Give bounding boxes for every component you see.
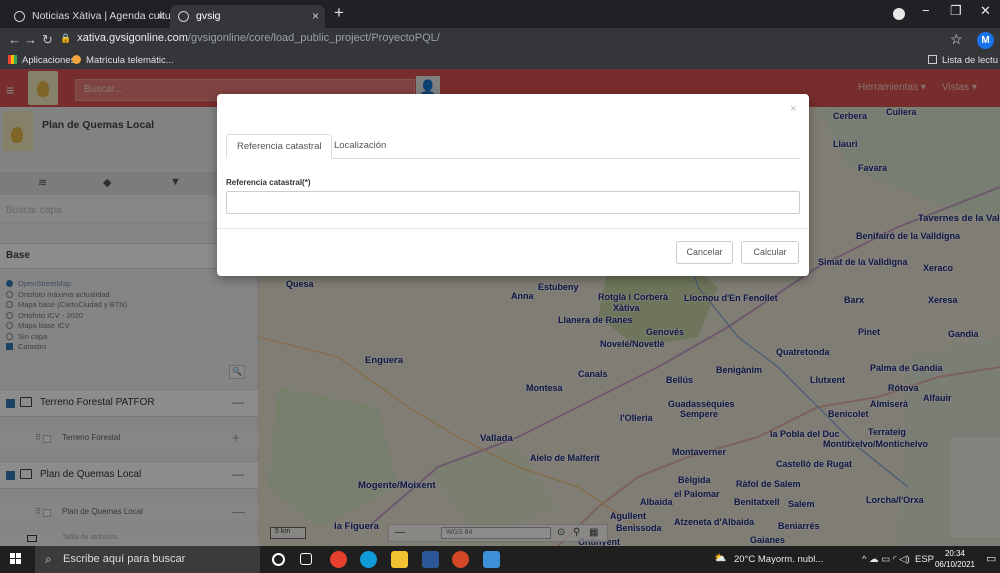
tab-referencia-catastral[interactable]: Referencia catastral — [226, 134, 333, 159]
profile-indicator-icon[interactable] — [893, 8, 905, 20]
task-view-icon[interactable] — [300, 553, 312, 565]
globe-icon — [14, 11, 25, 22]
forward-icon[interactable]: → — [24, 32, 37, 47]
new-tab-button[interactable]: + — [334, 3, 344, 23]
weather-icon: ⛅ — [714, 553, 727, 564]
close-icon[interactable]: × — [790, 103, 796, 115]
bookmark-matricula[interactable]: Matrícula telemátic... — [72, 55, 174, 66]
bookmarks-bar: Aplicaciones Matrícula telemátic... List… — [0, 53, 1000, 69]
maximize-button[interactable]: ❐ — [950, 3, 962, 19]
reading-list-label: Lista de lectu — [942, 55, 998, 66]
powerpoint-icon[interactable] — [452, 551, 469, 568]
referencia-catastral-label: Referencia catastral(*) — [226, 178, 311, 187]
reading-list-icon — [928, 55, 937, 64]
clock-time: 20:34 — [944, 549, 966, 558]
language-indicator[interactable]: ESP — [915, 554, 934, 565]
minimize-button[interactable]: − — [922, 3, 930, 18]
close-window-button[interactable]: ✕ — [980, 3, 991, 19]
reload-icon[interactable]: ↻ — [42, 32, 53, 48]
notifications-icon[interactable]: ▭ — [986, 552, 996, 565]
apps-grid-icon — [8, 55, 17, 64]
catastro-modal: × Referencia catastral Localización Refe… — [217, 94, 809, 276]
back-icon[interactable]: ← — [8, 32, 21, 47]
globe-icon — [178, 11, 189, 22]
tab-localizacion[interactable]: Localización — [324, 134, 396, 159]
system-tray-icons[interactable]: ^ ☁ ▭ ◜ ◁) — [862, 554, 910, 565]
modal-tabs: Referencia catastral Localización — [226, 134, 800, 159]
bookmark-favicon — [72, 55, 81, 64]
close-tab-icon[interactable]: × — [312, 5, 319, 28]
bookmark-aplicaciones[interactable]: Aplicaciones — [8, 55, 75, 66]
browser-tab-gvsig[interactable]: gvsig × — [170, 5, 325, 28]
search-icon: ⌕ — [45, 552, 52, 566]
bookmark-star-icon[interactable]: ☆ — [950, 31, 963, 48]
referencia-catastral-input[interactable] — [226, 191, 800, 214]
bookmark-label: Matrícula telemátic... — [86, 55, 174, 66]
address-bar: ← → ↻ 🔒 xativa.gvsigonline.com/gvsigonlin… — [0, 28, 1000, 53]
windows-start-icon[interactable] — [10, 553, 22, 565]
cortana-icon[interactable] — [272, 553, 285, 566]
calculate-button[interactable]: Calcular — [741, 241, 799, 264]
bookmark-label: Aplicaciones — [22, 55, 76, 66]
url-domain: xativa.gvsigonline.com — [77, 32, 188, 44]
url-path: /gvsigonline/core/load_public_project/Pr… — [187, 32, 440, 44]
cancel-button[interactable]: Cancelar — [676, 241, 733, 264]
file-explorer-icon[interactable] — [391, 551, 408, 568]
close-tab-icon[interactable]: × — [157, 5, 164, 28]
windows-taskbar: ⌕ Escribe aquí para buscar ⛅ 20°C Mayorm… — [0, 546, 1000, 573]
word-icon[interactable] — [422, 551, 439, 568]
reading-list[interactable]: Lista de lectu — [928, 55, 998, 66]
lock-icon: 🔒 — [60, 33, 72, 43]
taskbar-search-input[interactable]: ⌕ Escribe aquí para buscar — [35, 546, 260, 573]
clock-date: 06/10/2021 — [934, 560, 976, 569]
tab-title: gvsig — [196, 10, 221, 22]
tab-title: Noticias Xàtiva | Agenda cultural — [32, 10, 170, 22]
photos-icon[interactable] — [483, 551, 500, 568]
weather-text[interactable]: 20°C Mayorm. nubl... — [734, 554, 823, 565]
modal-divider — [217, 228, 809, 229]
browser-tab-noticias[interactable]: Noticias Xàtiva | Agenda cultural × — [6, 5, 170, 28]
chrome-icon[interactable] — [330, 551, 347, 568]
url-field[interactable]: 🔒 xativa.gvsigonline.com/gvsigonline/core… — [60, 32, 440, 44]
browser-tab-bar: Noticias Xàtiva | Agenda cultural × gvsi… — [0, 0, 1000, 28]
edge-icon[interactable] — [360, 551, 377, 568]
profile-avatar[interactable]: M — [977, 32, 994, 49]
clock[interactable]: 20:34 06/10/2021 — [934, 548, 976, 570]
taskbar-search-placeholder: Escribe aquí para buscar — [63, 553, 186, 565]
